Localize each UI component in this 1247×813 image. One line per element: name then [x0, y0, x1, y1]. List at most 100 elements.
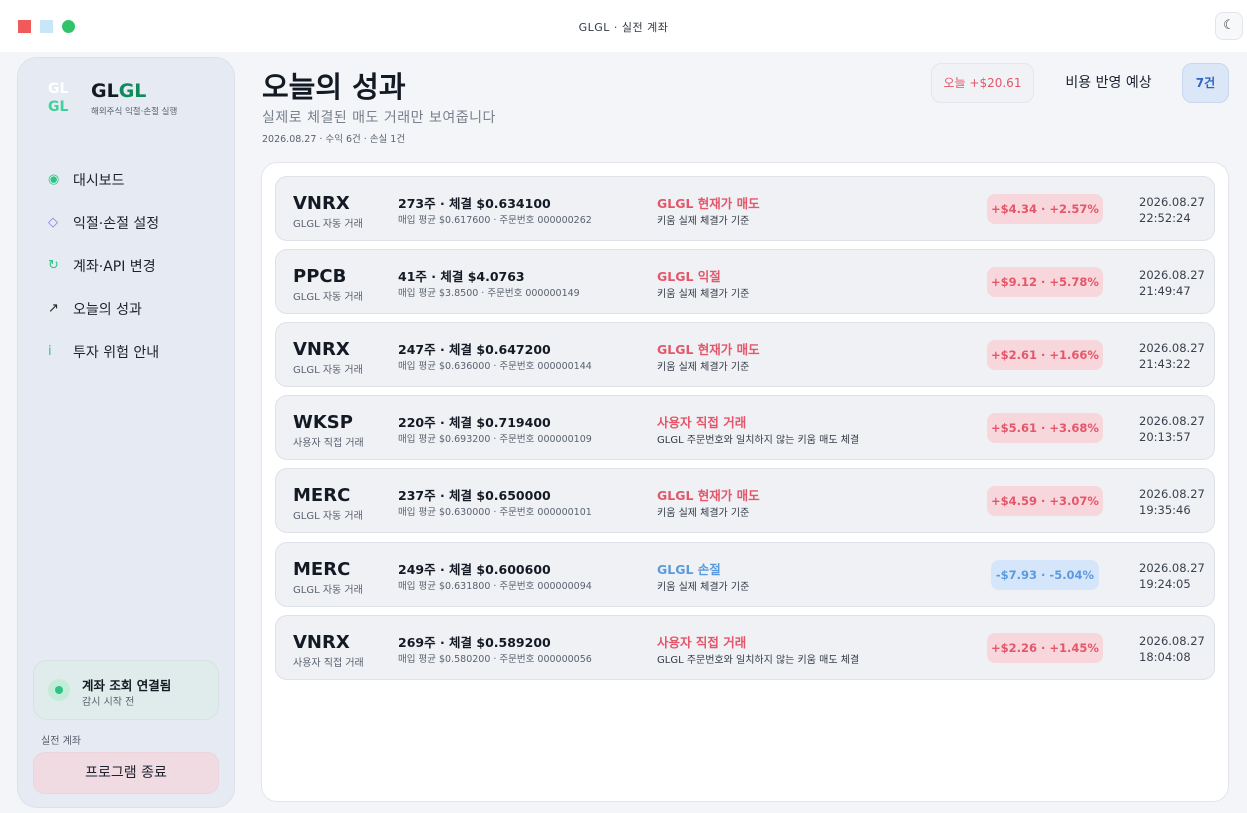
trade-symbol: VNRX: [293, 632, 350, 653]
trade-reason: 사용자 직접 거래: [657, 415, 747, 430]
trade-source: GLGL 자동 거래: [293, 585, 363, 596]
trade-source: GLGL 자동 거래: [293, 219, 363, 230]
title-bar: GLGL · 실전 계좌 ☾: [0, 0, 1247, 52]
trade-datetime: 2026.08.27 20:13:57: [1139, 413, 1205, 445]
trade-quantity-price: 237주 · 체결 $0.650000: [398, 488, 551, 503]
trade-date: 2026.08.27: [1139, 268, 1205, 282]
sidebar: GL GL GLGL 해외주식 익절·손절 실행 ◉ 대시보드 ◇ 익절·손절 …: [17, 57, 235, 808]
trade-average-order: 매입 평균 $0.580200 · 주문번호 000000056: [398, 654, 592, 665]
trade-average-order: 매입 평균 $0.630000 · 주문번호 000000101: [398, 507, 592, 518]
trade-quantity-price: 249주 · 체결 $0.600600: [398, 562, 551, 577]
trade-row[interactable]: PPCB GLGL 자동 거래 41주 · 체결 $4.0763 매입 평균 $…: [275, 249, 1215, 314]
trade-reason: GLGL 현재가 매도: [657, 196, 760, 211]
trade-basis: 키움 실제 체결가 기준: [657, 508, 750, 519]
trade-time: 20:13:57: [1139, 430, 1191, 444]
trade-reason: GLGL 현재가 매도: [657, 342, 760, 357]
trade-symbol: WKSP: [293, 412, 353, 433]
trade-basis: 키움 실제 체결가 기준: [657, 289, 750, 300]
diamond-icon: ◇: [48, 215, 58, 230]
theme-toggle-button[interactable]: ☾: [1215, 12, 1243, 40]
trade-symbol: MERC: [293, 485, 351, 506]
window-title: GLGL · 실전 계좌: [578, 21, 669, 34]
status-subtitle: 감시 시작 전: [82, 697, 135, 708]
trade-basis: 키움 실제 체결가 기준: [657, 582, 750, 593]
trade-symbol: PPCB: [293, 266, 347, 287]
account-type-label: 실전 계좌: [41, 736, 81, 747]
trade-quantity-price: 269주 · 체결 $0.589200: [398, 635, 551, 650]
trade-date: 2026.08.27: [1139, 195, 1205, 209]
trade-basis: 키움 실제 체결가 기준: [657, 362, 750, 373]
refresh-icon: ↻: [48, 258, 59, 273]
sidebar-item-label: 익절·손절 설정: [73, 215, 160, 232]
trade-row[interactable]: VNRX GLGL 자동 거래 273주 · 체결 $0.634100 매입 평…: [275, 176, 1215, 241]
trade-quantity-price: 273주 · 체결 $0.634100: [398, 196, 551, 211]
trend-arrow-icon: ↗: [48, 301, 59, 316]
page-title: 오늘의 성과: [262, 70, 406, 104]
trade-count-badge: 7건: [1182, 63, 1229, 103]
sidebar-item-today-performance[interactable]: ↗ 오늘의 성과: [48, 287, 218, 330]
trade-reason: GLGL 현재가 매도: [657, 488, 760, 503]
sidebar-item-label: 대시보드: [73, 172, 125, 189]
brand-subtitle: 해외주식 익절·손절 실행: [91, 107, 178, 117]
trade-quantity-price: 41주 · 체결 $4.0763: [398, 269, 525, 284]
logo-icon: GL GL: [48, 80, 74, 116]
trade-average-order: 매입 평균 $0.617600 · 주문번호 000000262: [398, 215, 592, 226]
brand: GLGL 해외주식 익절·손절 실행: [91, 80, 177, 117]
brand-name: GLGL: [91, 80, 177, 102]
target-dot-icon: ◉: [48, 172, 60, 187]
trade-pnl-badge: +$2.61 · +1.66%: [987, 340, 1103, 370]
sidebar-item-label: 오늘의 성과: [73, 301, 142, 318]
page-subtitle: 실제로 체결된 매도 거래만 보여줍니다: [262, 110, 496, 126]
trade-symbol: VNRX: [293, 193, 350, 214]
brand-name-part2: GL: [118, 80, 147, 102]
trade-pnl-badge: +$2.26 · +1.45%: [987, 633, 1103, 663]
trade-average-order: 매입 평균 $0.636000 · 주문번호 000000144: [398, 361, 592, 372]
trade-average-order: 매입 평균 $0.693200 · 주문번호 000000109: [398, 434, 592, 445]
trade-reason: 사용자 직접 거래: [657, 635, 747, 650]
trade-row[interactable]: MERC GLGL 자동 거래 237주 · 체결 $0.650000 매입 평…: [275, 468, 1215, 533]
sidebar-item-tp-sl-settings[interactable]: ◇ 익절·손절 설정: [48, 201, 218, 244]
trade-time: 21:49:47: [1139, 284, 1191, 298]
trade-time: 18:04:08: [1139, 650, 1191, 664]
status-title: 계좌 조회 연결됨: [82, 678, 172, 693]
trade-basis: GLGL 주문번호와 일치하지 않는 키움 매도 체결: [657, 435, 860, 446]
logo-mark-top: GL: [48, 81, 69, 97]
trade-quantity-price: 220주 · 체결 $0.719400: [398, 415, 551, 430]
quit-program-button[interactable]: 프로그램 종료: [33, 752, 219, 794]
connection-status-card: 계좌 조회 연결됨 감시 시작 전: [33, 660, 219, 720]
trade-source: GLGL 자동 거래: [293, 292, 363, 303]
trade-average-order: 매입 평균 $3.8500 · 주문번호 000000149: [398, 288, 580, 299]
trade-symbol: VNRX: [293, 339, 350, 360]
trade-datetime: 2026.08.27 22:52:24: [1139, 194, 1205, 226]
trade-row[interactable]: WKSP 사용자 직접 거래 220주 · 체결 $0.719400 매입 평균…: [275, 395, 1215, 460]
trade-datetime: 2026.08.27 18:04:08: [1139, 633, 1205, 665]
trade-time: 21:43:22: [1139, 357, 1191, 371]
trade-time: 19:35:46: [1139, 503, 1191, 517]
sidebar-item-risk-notice[interactable]: i 투자 위험 안내: [48, 330, 218, 373]
trade-quantity-price: 247주 · 체결 $0.647200: [398, 342, 551, 357]
trade-basis: 키움 실제 체결가 기준: [657, 216, 750, 227]
trade-row[interactable]: MERC GLGL 자동 거래 249주 · 체결 $0.600600 매입 평…: [275, 542, 1215, 607]
trade-reason: GLGL 손절: [657, 562, 721, 577]
sidebar-nav: ◉ 대시보드 ◇ 익절·손절 설정 ↻ 계좌·API 변경 ↗ 오늘의 성과 i…: [48, 158, 218, 373]
trade-datetime: 2026.08.27 19:24:05: [1139, 560, 1205, 592]
trade-row[interactable]: VNRX 사용자 직접 거래 269주 · 체결 $0.589200 매입 평균…: [275, 615, 1215, 680]
sidebar-item-dashboard[interactable]: ◉ 대시보드: [48, 158, 218, 201]
sidebar-item-label: 계좌·API 변경: [73, 258, 156, 275]
brand-name-part1: GL: [91, 80, 119, 102]
trade-datetime: 2026.08.27 21:49:47: [1139, 267, 1205, 299]
trade-pnl-badge: -$7.93 · -5.04%: [991, 560, 1099, 590]
trade-datetime: 2026.08.27 19:35:46: [1139, 486, 1205, 518]
trade-date: 2026.08.27: [1139, 487, 1205, 501]
trade-date: 2026.08.27: [1139, 341, 1205, 355]
trade-row[interactable]: VNRX GLGL 자동 거래 247주 · 체결 $0.647200 매입 평…: [275, 322, 1215, 387]
info-icon: i: [48, 344, 52, 359]
trade-date: 2026.08.27: [1139, 634, 1205, 648]
trade-time: 19:24:05: [1139, 577, 1191, 591]
trade-pnl-badge: +$4.34 · +2.57%: [987, 194, 1103, 224]
sidebar-item-account-api[interactable]: ↻ 계좌·API 변경: [48, 244, 218, 287]
fee-estimate-toggle[interactable]: 비용 반영 예상: [1046, 63, 1171, 103]
trade-datetime: 2026.08.27 21:43:22: [1139, 340, 1205, 372]
trade-average-order: 매입 평균 $0.631800 · 주문번호 000000094: [398, 581, 592, 592]
status-dot-icon: [48, 679, 70, 701]
